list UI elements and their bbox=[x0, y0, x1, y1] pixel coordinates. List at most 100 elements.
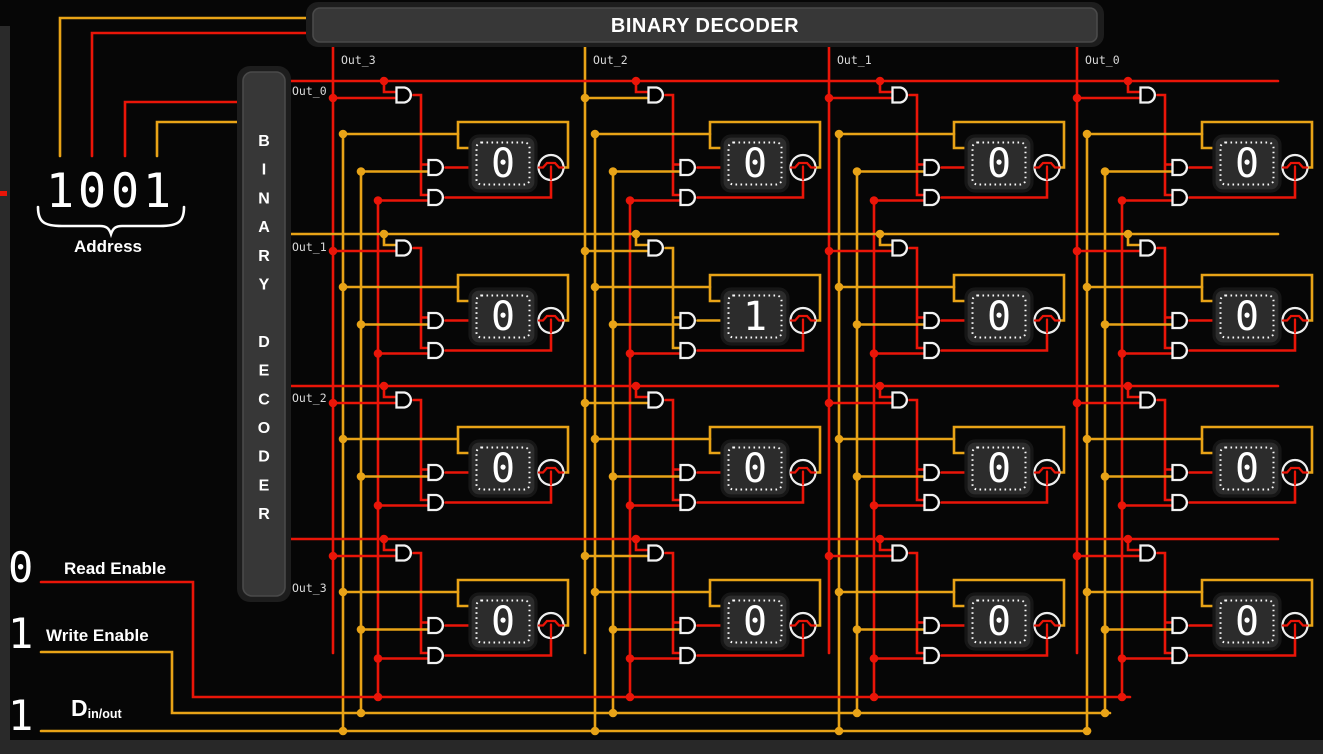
and-gate[interactable] bbox=[1173, 343, 1187, 358]
and-gate[interactable] bbox=[925, 465, 939, 480]
memory-cell[interactable]: 0 bbox=[1214, 136, 1280, 191]
and-gate[interactable] bbox=[649, 88, 663, 103]
transistor[interactable] bbox=[1035, 155, 1060, 180]
memory-cell[interactable]: 0 bbox=[1214, 289, 1280, 344]
and-gate[interactable] bbox=[925, 648, 939, 663]
and-gate[interactable] bbox=[397, 241, 411, 256]
memory-cell[interactable]: 0 bbox=[470, 441, 536, 496]
and-gate[interactable] bbox=[681, 190, 695, 205]
transistor[interactable] bbox=[1283, 155, 1308, 180]
and-gate[interactable] bbox=[649, 241, 663, 256]
and-gate[interactable] bbox=[681, 618, 695, 633]
write-enable-value[interactable]: 1 bbox=[8, 609, 33, 658]
transistor[interactable] bbox=[1035, 613, 1060, 638]
transistor[interactable] bbox=[791, 460, 816, 485]
transistor[interactable] bbox=[1283, 308, 1308, 333]
and-gate[interactable] bbox=[649, 393, 663, 408]
and-gate[interactable] bbox=[429, 618, 443, 633]
transistor[interactable] bbox=[791, 308, 816, 333]
transistor[interactable] bbox=[1283, 460, 1308, 485]
and-gate[interactable] bbox=[429, 465, 443, 480]
transistor[interactable] bbox=[1035, 460, 1060, 485]
and-gate[interactable] bbox=[397, 88, 411, 103]
top-binary-decoder[interactable]: BINARY DECODER bbox=[306, 2, 1104, 47]
and-gate[interactable] bbox=[925, 618, 939, 633]
transistor[interactable] bbox=[539, 460, 564, 485]
data-in-out-input[interactable]: 1 Din/out bbox=[8, 691, 122, 740]
left-binary-decoder[interactable]: BINARYDECODER bbox=[237, 66, 291, 602]
and-gate[interactable] bbox=[429, 313, 443, 328]
and-gate[interactable] bbox=[681, 465, 695, 480]
data-in-out-value[interactable]: 1 bbox=[8, 691, 33, 740]
and-gate[interactable] bbox=[1173, 495, 1187, 510]
and-gate[interactable] bbox=[1141, 88, 1155, 103]
and-gate[interactable] bbox=[893, 546, 907, 561]
and-gate[interactable] bbox=[893, 88, 907, 103]
and-gate[interactable] bbox=[1173, 160, 1187, 175]
and-gate[interactable] bbox=[429, 190, 443, 205]
and-gate[interactable] bbox=[397, 393, 411, 408]
and-gate[interactable] bbox=[681, 495, 695, 510]
and-gate[interactable] bbox=[429, 160, 443, 175]
wire bbox=[666, 553, 681, 653]
memory-cell[interactable]: 0 bbox=[470, 136, 536, 191]
and-gate[interactable] bbox=[429, 343, 443, 358]
and-gate[interactable] bbox=[893, 241, 907, 256]
junction-dot bbox=[609, 472, 618, 481]
and-gate[interactable] bbox=[893, 393, 907, 408]
address-digit[interactable]: 0 bbox=[111, 164, 139, 219]
and-gate[interactable] bbox=[925, 190, 939, 205]
and-gate[interactable] bbox=[681, 343, 695, 358]
memory-cell[interactable]: 0 bbox=[470, 594, 536, 649]
memory-cell[interactable]: 0 bbox=[470, 289, 536, 344]
and-gate[interactable] bbox=[1173, 618, 1187, 633]
memory-cell[interactable]: 0 bbox=[1214, 594, 1280, 649]
memory-cell[interactable]: 0 bbox=[966, 289, 1032, 344]
junction-dot bbox=[591, 130, 600, 139]
junction-dot bbox=[581, 552, 590, 561]
and-gate[interactable] bbox=[681, 160, 695, 175]
and-gate[interactable] bbox=[429, 648, 443, 663]
transistor[interactable] bbox=[539, 155, 564, 180]
transistor[interactable] bbox=[1035, 308, 1060, 333]
address-input[interactable]: 1001 Address bbox=[38, 164, 184, 256]
memory-cell[interactable]: 0 bbox=[966, 136, 1032, 191]
junction-dot bbox=[835, 283, 844, 292]
and-gate[interactable] bbox=[1173, 190, 1187, 205]
and-gate[interactable] bbox=[397, 546, 411, 561]
transistor[interactable] bbox=[1283, 613, 1308, 638]
and-gate[interactable] bbox=[925, 313, 939, 328]
read-enable-value[interactable]: 0 bbox=[8, 543, 33, 592]
transistor[interactable] bbox=[791, 155, 816, 180]
and-gate[interactable] bbox=[1141, 241, 1155, 256]
and-gate[interactable] bbox=[925, 160, 939, 175]
address-digit[interactable]: 1 bbox=[143, 164, 171, 219]
and-gate[interactable] bbox=[681, 648, 695, 663]
and-gate[interactable] bbox=[925, 343, 939, 358]
address-digit[interactable]: 1 bbox=[46, 164, 74, 219]
memory-cell[interactable]: 0 bbox=[966, 441, 1032, 496]
and-gate[interactable] bbox=[925, 495, 939, 510]
and-gate[interactable] bbox=[1173, 648, 1187, 663]
left-decoder-letter: C bbox=[258, 391, 270, 408]
address-digit[interactable]: 0 bbox=[78, 164, 106, 219]
write-enable-input[interactable]: 1 Write Enable bbox=[8, 609, 149, 658]
and-gate[interactable] bbox=[681, 313, 695, 328]
memory-cell[interactable]: 0 bbox=[722, 441, 788, 496]
read-enable-input[interactable]: 0 Read Enable bbox=[8, 543, 166, 592]
left-decoder-letter: Y bbox=[259, 277, 270, 294]
and-gate[interactable] bbox=[1173, 313, 1187, 328]
memory-cell[interactable]: 0 bbox=[1214, 441, 1280, 496]
memory-cell[interactable]: 1 bbox=[722, 289, 788, 344]
memory-cell[interactable]: 0 bbox=[722, 136, 788, 191]
and-gate[interactable] bbox=[1141, 393, 1155, 408]
and-gate[interactable] bbox=[649, 546, 663, 561]
transistor[interactable] bbox=[791, 613, 816, 638]
memory-cell[interactable]: 0 bbox=[722, 594, 788, 649]
memory-cell[interactable]: 0 bbox=[966, 594, 1032, 649]
and-gate[interactable] bbox=[1173, 465, 1187, 480]
transistor[interactable] bbox=[539, 308, 564, 333]
and-gate[interactable] bbox=[1141, 546, 1155, 561]
and-gate[interactable] bbox=[429, 495, 443, 510]
transistor[interactable] bbox=[539, 613, 564, 638]
